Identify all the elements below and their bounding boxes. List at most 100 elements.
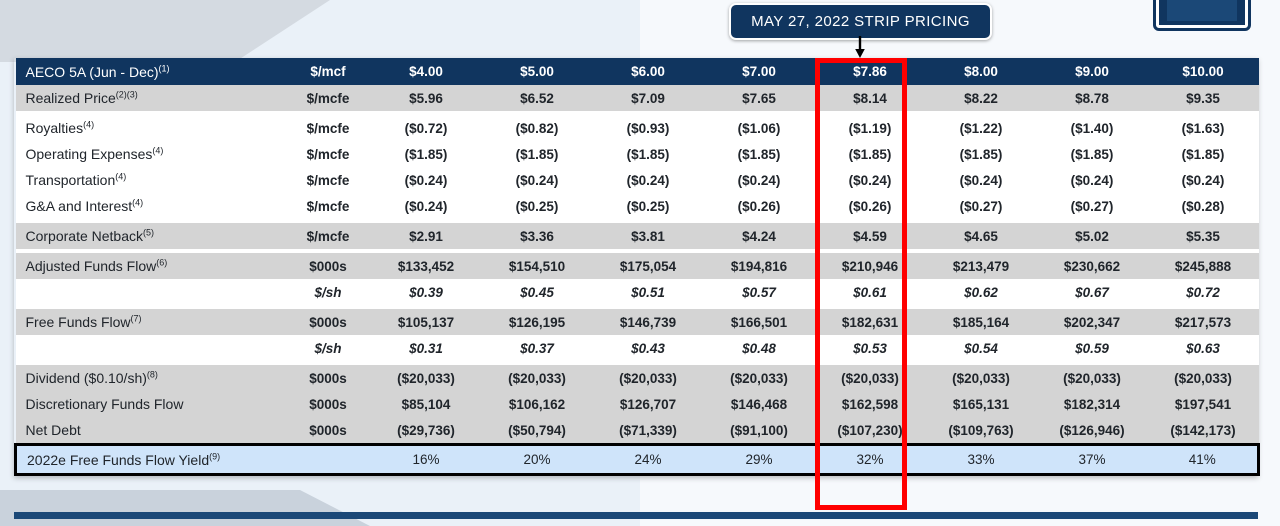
row-value-cell-4: ($20,033) <box>814 365 926 391</box>
row-value-cell-7: ($142,173) <box>1147 417 1259 445</box>
row-value-cell-3: $194,816 <box>703 253 815 279</box>
row-value-cell-2: ($20,033) <box>592 365 704 391</box>
row-value-cell-7: ($0.28) <box>1147 193 1259 219</box>
row-value-cell-2: $3.81 <box>592 223 704 249</box>
row-value-cell-6: $0.59 <box>1036 335 1148 361</box>
row-label-cell <box>15 279 286 305</box>
row-value-cell-7: $0.72 <box>1147 279 1259 305</box>
row-value-cell-6: ($1.40) <box>1036 115 1148 141</box>
row-value-cell-1: ($50,794) <box>481 417 593 445</box>
row-label-text: Adjusted Funds Flow <box>25 258 157 274</box>
row-value-cell-4: ($1.19) <box>814 115 926 141</box>
row-value-cell-5: ($109,763) <box>925 417 1037 445</box>
row-label-footnote: (4) <box>83 119 95 130</box>
header-price-cell-4: $7.86 <box>814 58 926 85</box>
row-value-cell-3: ($0.24) <box>703 167 815 193</box>
row-unit-cell: $/sh <box>285 279 371 305</box>
down-arrow-icon <box>855 36 865 58</box>
row-label-text: Transportation <box>25 172 116 188</box>
row-value-cell-3: $146,468 <box>703 391 815 417</box>
table-row: Free Funds Flow(7) $000s $105,137 $126,195 $… <box>15 309 1259 335</box>
row-value-cell-0: $0.39 <box>370 279 482 305</box>
company-logo <box>1156 0 1248 28</box>
row-value-cell-4: $162,598 <box>814 391 926 417</box>
row-label-footnote: (9) <box>209 450 221 461</box>
row-value-cell-3: $0.57 <box>703 279 815 305</box>
row-value-cell-3: ($20,033) <box>703 365 815 391</box>
row-unit-cell: $/sh <box>285 335 371 361</box>
row-value-cell-6: ($20,033) <box>1036 365 1148 391</box>
row-label-cell: Operating Expenses(4) <box>15 141 286 167</box>
row-value-cell-3: ($91,100) <box>703 417 815 445</box>
table-row: Operating Expenses(4) $/mcfe ($1.85) ($1.85… <box>15 141 1259 167</box>
row-value-cell-6: $230,662 <box>1036 253 1148 279</box>
row-label-text: Royalties <box>25 120 84 136</box>
row-value-cell-5: $165,131 <box>925 391 1037 417</box>
row-value-cell-0: $105,137 <box>370 309 482 335</box>
row-value-cell-1: $0.37 <box>481 335 593 361</box>
row-label-cell <box>15 335 286 361</box>
yield-value-cell-3: 29% <box>703 443 815 476</box>
row-label-footnote: (4) <box>115 171 127 182</box>
row-value-cell-0: $133,452 <box>370 253 482 279</box>
row-value-cell-3: ($1.06) <box>703 115 815 141</box>
table-row: G&A and Interest(4) $/mcfe ($0.24) ($0.25)(… <box>15 193 1259 219</box>
row-value-cell-0: ($0.72) <box>370 115 482 141</box>
table-row: Royalties(4) $/mcfe ($0.72) ($0.82) ($0.93)(… <box>15 115 1259 141</box>
strip-pricing-callout-label: MAY 27, 2022 STRIP PRICING <box>751 13 970 30</box>
table-row: Realized Price(2)(3) $/mcfe $5.96 $6.52 $7.0… <box>15 85 1259 111</box>
strip-pricing-table: AECO 5A (Jun - Dec)(1) $/mcf $4.00 $5.00 $6.… <box>14 58 1260 476</box>
bottom-accent-bar <box>14 512 1258 519</box>
row-label-cell: Realized Price(2)(3) <box>15 85 286 111</box>
row-unit-cell: $/mcfe <box>285 193 371 219</box>
row-value-cell-1: $6.52 <box>481 85 593 111</box>
row-value-cell-2: ($71,339) <box>592 417 704 445</box>
row-value-cell-1: $0.45 <box>481 279 593 305</box>
row-value-cell-3: ($1.85) <box>703 141 815 167</box>
row-unit-cell: $/mcfe <box>285 223 371 249</box>
row-label-footnote: (2)(3) <box>115 89 138 100</box>
row-label-footnote: (7) <box>130 313 142 324</box>
row-label-text: AECO 5A (Jun - Dec) <box>25 63 159 80</box>
row-label-footnote: (6) <box>156 257 168 268</box>
header-price-cell-7: $10.00 <box>1147 58 1259 85</box>
row-value-cell-5: $0.54 <box>925 335 1037 361</box>
row-value-cell-0: $85,104 <box>370 391 482 417</box>
row-value-cell-4: $0.53 <box>814 335 926 361</box>
row-value-cell-3: $4.24 <box>703 223 815 249</box>
row-value-cell-0: $2.91 <box>370 223 482 249</box>
row-value-cell-5: ($0.24) <box>925 167 1037 193</box>
row-value-cell-4: $8.14 <box>814 85 926 111</box>
row-value-cell-4: ($0.24) <box>814 167 926 193</box>
row-value-cell-5: $185,164 <box>925 309 1037 335</box>
row-label-text: Net Debt <box>25 422 81 438</box>
row-label-footnote: (4) <box>132 197 144 208</box>
row-label-text: Free Funds Flow <box>25 314 131 330</box>
row-value-cell-3: ($0.26) <box>703 193 815 219</box>
row-label-footnote: (8) <box>146 369 158 380</box>
row-value-cell-7: $0.63 <box>1147 335 1259 361</box>
row-unit-cell: $/mcfe <box>285 141 371 167</box>
row-value-cell-0: ($20,033) <box>370 365 482 391</box>
yield-unit-cell <box>285 443 371 476</box>
row-value-cell-4: ($107,230) <box>814 417 926 445</box>
header-price-cell-3: $7.00 <box>703 58 815 85</box>
yield-value-cell-5: 33% <box>925 443 1037 476</box>
yield-label-cell: 2022e Free Funds Flow Yield(9) <box>14 443 286 476</box>
row-unit-cell: $000s <box>285 417 371 445</box>
row-value-cell-2: $175,054 <box>592 253 704 279</box>
row-unit-cell: $000s <box>285 309 371 335</box>
table-row: Adjusted Funds Flow(6) $000s $133,452 $154,… <box>15 253 1259 279</box>
row-unit-cell: $000s <box>285 365 371 391</box>
header-price-cell-5: $8.00 <box>925 58 1037 85</box>
table-header-row: AECO 5A (Jun - Dec)(1) $/mcf $4.00 $5.00 $6.… <box>15 58 1259 85</box>
row-value-cell-1: $106,162 <box>481 391 593 417</box>
row-value-cell-1: $126,195 <box>481 309 593 335</box>
row-value-cell-7: $245,888 <box>1147 253 1259 279</box>
yield-value-cell-4: 32% <box>814 443 926 476</box>
row-value-cell-2: ($0.25) <box>592 193 704 219</box>
row-label-text: Realized Price <box>25 90 116 106</box>
row-value-cell-2: ($0.93) <box>592 115 704 141</box>
row-label-cell: Free Funds Flow(7) <box>15 309 286 335</box>
row-value-cell-3: $7.65 <box>703 85 815 111</box>
